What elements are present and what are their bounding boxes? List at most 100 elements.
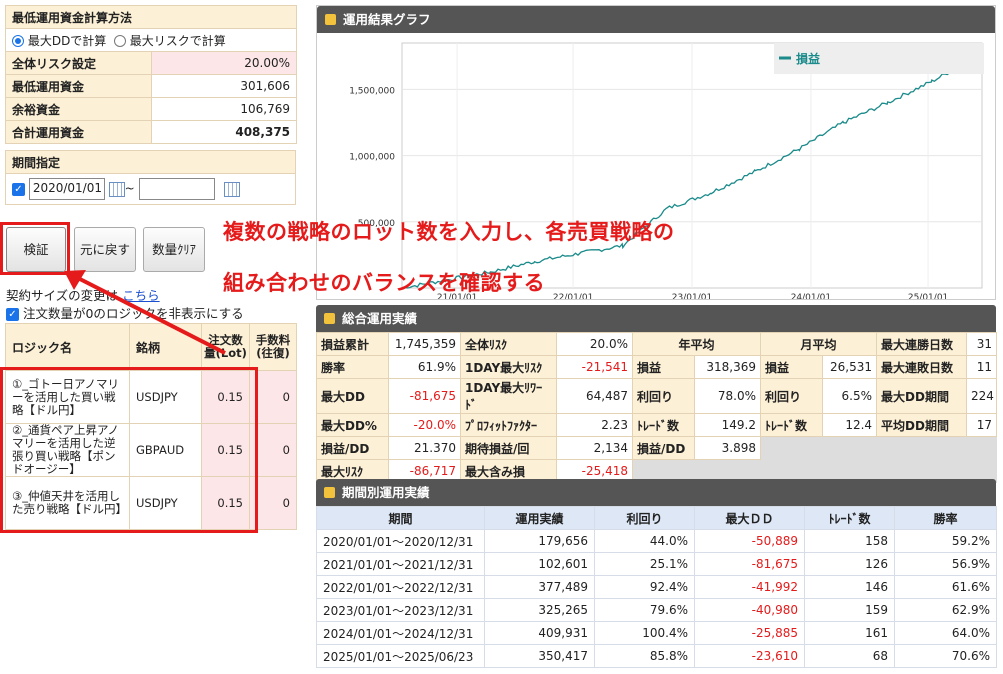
period-checkbox[interactable]: ✓ xyxy=(12,182,25,196)
overlay-line-1: 複数の戦略のロット数を入力し、各売買戦略の xyxy=(223,220,675,244)
y-tick-label: 1,500,000 xyxy=(349,86,395,96)
period-cell: 161 xyxy=(804,621,895,645)
yearly-label: ﾄﾚｰﾄﾞ数 xyxy=(632,413,695,437)
yearly-value: 318,369 xyxy=(693,355,762,379)
period-cell: 59.2% xyxy=(894,529,997,553)
summary-header: 総合運用実績 xyxy=(316,305,996,332)
stat-label: 最大連勝日数 xyxy=(876,332,968,356)
calendar-icon[interactable] xyxy=(224,181,241,197)
total-capital-value: 408,375 xyxy=(150,120,298,144)
period-cell: 64.0% xyxy=(894,621,997,645)
summary-value: 61.9% xyxy=(388,355,461,379)
period-cell: 56.9% xyxy=(894,552,997,576)
summary-value: 1,745,359 xyxy=(388,332,461,356)
result-chart: 1,500,0001,000,000500,00021/01/01 22/01/0… xyxy=(349,42,984,299)
calendar-icon[interactable] xyxy=(108,181,125,197)
yearly-label: 利回り xyxy=(632,378,695,414)
period-cell: 62.9% xyxy=(894,598,997,622)
stat-value: 17 xyxy=(966,413,998,437)
period-cell: 68 xyxy=(804,644,895,668)
period-cell: 325,265 xyxy=(484,598,595,622)
highlight-box-logic xyxy=(0,367,258,533)
summary-label: ﾌﾟﾛﾌｨｯﾄﾌｧｸﾀｰ xyxy=(460,413,557,437)
x-tick-label: 24/01/01 xyxy=(791,293,831,299)
period-cell: 179,656 xyxy=(484,529,595,553)
summary-label: 損益累計 xyxy=(316,332,389,356)
period-col-header: 利回り xyxy=(594,506,695,530)
period-col-header: 勝率 xyxy=(894,506,997,530)
graph-header: 運用結果グラフ xyxy=(317,6,995,33)
period-cell: 61.6% xyxy=(894,575,997,599)
col-fee: 手数料(往復) xyxy=(249,323,297,371)
x-tick-label: 22/01/01 xyxy=(553,293,593,299)
radio-max-risk-label[interactable]: 最大リスクで計算 xyxy=(130,34,226,48)
period-cell: 158 xyxy=(804,529,895,553)
period-cell: 2021/01/01～2021/12/31 xyxy=(316,552,485,576)
period-cell: -25,885 xyxy=(694,621,805,645)
radio-max-dd-label[interactable]: 最大DDで計算 xyxy=(28,34,106,48)
yearly-label: 損益/DD xyxy=(632,436,695,460)
period-table-title: 期間別運用実績 xyxy=(342,485,430,500)
start-date-input[interactable]: 2020/01/01 xyxy=(28,178,105,200)
hide-zero-checkbox[interactable]: ✓ xyxy=(6,308,19,321)
period-cell: 92.4% xyxy=(594,575,695,599)
table-row: 2021/01/01～2021/12/31 102,601 25.1% -81,675… xyxy=(316,552,997,576)
summary-label: 1DAY最大ﾘﾜｰﾄﾞ xyxy=(460,378,557,414)
total-capital-label: 合計運用資金 xyxy=(5,120,152,144)
calc-title: 最低運用資金計算方法 xyxy=(4,5,298,29)
period-cell: 79.6% xyxy=(594,598,695,622)
period-col-header: ﾄﾚｰﾄﾞ数 xyxy=(804,506,895,530)
table-row: 2020/01/01～2020/12/31 179,656 44.0% -50,889… xyxy=(316,529,997,553)
summary-title: 総合運用実績 xyxy=(342,311,418,326)
spare-capital-value: 106,769 xyxy=(150,97,298,121)
summary-label: 全体ﾘｽｸ xyxy=(460,332,557,356)
period-cell: -50,889 xyxy=(694,529,805,553)
header-marker-icon xyxy=(324,487,335,498)
period-cell: 2023/01/01～2023/12/31 xyxy=(316,598,485,622)
period-cell: -40,980 xyxy=(694,598,805,622)
period-panel: 期間別運用実績 期間 運用実績 利回り 最大ＤＤ ﾄﾚｰﾄﾞ数 勝率 2020/01/01… xyxy=(316,479,997,668)
y-tick-label: 1,000,000 xyxy=(349,153,395,163)
summary-row: 勝率 61.9% 1DAY最大ﾘｽｸ -21,541 損益 318,369 損益 26,531… xyxy=(316,355,998,379)
summary-value: -81,675 xyxy=(388,378,461,414)
summary-row: 最大DD -81,675 1DAY最大ﾘﾜｰﾄﾞ 64,487 利回り 78.0% 利回り 6… xyxy=(316,378,998,414)
risk-setting-input[interactable]: 20.00% xyxy=(150,51,298,75)
period-cell: 44.0% xyxy=(594,529,695,553)
summary-label: 損益/DD xyxy=(316,436,389,460)
empty-cell xyxy=(876,436,997,460)
summary-value: 64,487 xyxy=(556,378,633,414)
period-cell: 85.8% xyxy=(594,644,695,668)
period-cell: 25.1% xyxy=(594,552,695,576)
period-cell: 350,417 xyxy=(484,644,595,668)
period-cell: 409,931 xyxy=(484,621,595,645)
x-tick-label: 23/01/01 xyxy=(672,293,712,299)
period-cell: 70.6% xyxy=(894,644,997,668)
yearly-value: 3.898 xyxy=(693,436,762,460)
summary-label: 最大DD xyxy=(316,378,389,414)
monthly-value: 6.5% xyxy=(822,378,878,414)
period-header: 期間別運用実績 xyxy=(316,479,996,506)
min-capital-value: 301,606 xyxy=(150,74,298,98)
reset-button[interactable]: 元に戻す xyxy=(74,227,136,272)
summary-table: 損益累計 1,745,359 全体ﾘｽｸ 20.0% 年平均 月平均 最大連勝日数 31 勝率 6… xyxy=(316,332,998,483)
qty-clear-button[interactable]: 数量ｸﾘｱ xyxy=(143,227,205,272)
radio-max-dd[interactable] xyxy=(12,35,24,47)
summary-value: 2,134 xyxy=(556,436,633,460)
empty-cell xyxy=(760,436,877,460)
summary-value: -21,541 xyxy=(556,355,633,379)
table-row: 2022/01/01～2022/12/31 377,489 92.4% -41,992… xyxy=(316,575,997,599)
period-cell: 377,489 xyxy=(484,575,595,599)
end-date-input[interactable] xyxy=(138,178,215,200)
period-cell: 159 xyxy=(804,598,895,622)
period-cell: 2022/01/01～2022/12/31 xyxy=(316,575,485,599)
table-row: 2024/01/01～2024/12/31 409,931 100.4% -25,88… xyxy=(316,621,997,645)
monthly-label: 利回り xyxy=(760,378,824,414)
stat-value: 31 xyxy=(966,332,998,356)
period-cell: 2020/01/01～2020/12/31 xyxy=(316,529,485,553)
summary-value: 21.370 xyxy=(388,436,461,460)
monthly-avg-title: 月平均 xyxy=(760,332,878,356)
period-title: 期間指定 xyxy=(5,150,296,174)
radio-max-risk[interactable] xyxy=(113,35,126,47)
tilde: ~ xyxy=(124,181,135,196)
arrow-annotation xyxy=(64,270,226,355)
